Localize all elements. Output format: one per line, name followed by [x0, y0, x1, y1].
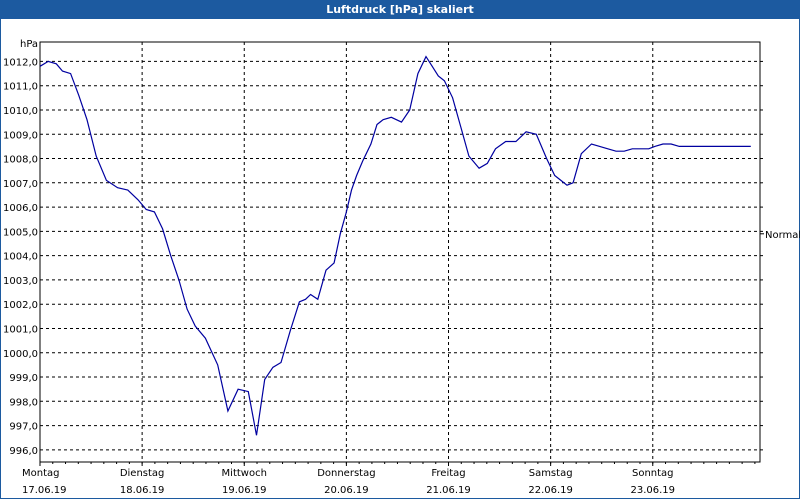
- y-tick-label: 1006,0: [3, 203, 38, 214]
- y-tick-label: 1012,0: [3, 57, 38, 68]
- x-tick-day: Montag: [22, 468, 59, 479]
- line-chart: 1012,0 1011,0 1010,0 1009,0 1008,0 1007,0 1006…: [3, 39, 800, 496]
- y-tick-label: 1010,0: [3, 106, 38, 117]
- y-tick-label: 1009,0: [3, 130, 38, 141]
- x-tick-day: Donnerstag: [317, 468, 375, 479]
- y-tick-label: 1000,0: [3, 349, 38, 360]
- x-tick-date: 19.06.19: [222, 485, 267, 496]
- y-tick-label: 999,0: [9, 373, 38, 384]
- y-tick-label: 998,0: [9, 397, 38, 408]
- y-tick-label: 996,0: [9, 446, 38, 457]
- x-tick-date: 23.06.19: [631, 485, 676, 496]
- y-tick-label: 1004,0: [3, 252, 38, 263]
- x-tick-day: Dienstag: [120, 468, 165, 479]
- y-tick-label: 1007,0: [3, 179, 38, 190]
- x-tick-day: Samstag: [529, 468, 573, 479]
- x-tick-date: 17.06.19: [22, 485, 67, 496]
- y-tick-label: 1011,0: [3, 82, 38, 93]
- y-tick-label: 1003,0: [3, 276, 38, 287]
- x-tick-day: Mittwoch: [222, 468, 267, 479]
- series-line-luftdruck: [39, 55, 751, 436]
- y-tick-label: 1008,0: [3, 155, 38, 166]
- x-tick-day: Freitag: [431, 468, 465, 479]
- y-axis-label: hPa: [20, 39, 38, 50]
- y-tick-label: 1001,0: [3, 324, 38, 335]
- y-tick-label: 997,0: [9, 422, 38, 433]
- y-tick-label: 1005,0: [3, 227, 38, 238]
- plot-area-border: [39, 41, 761, 463]
- x-tick-date: 20.06.19: [324, 485, 369, 496]
- x-tick-date: 18.06.19: [120, 485, 165, 496]
- x-tick-day: Sonntag: [632, 468, 674, 479]
- x-tick-date: 22.06.19: [528, 485, 573, 496]
- normal-label: Normal: [765, 230, 800, 241]
- x-tick-date: 21.06.19: [426, 485, 471, 496]
- y-tick-label: 1002,0: [3, 300, 38, 311]
